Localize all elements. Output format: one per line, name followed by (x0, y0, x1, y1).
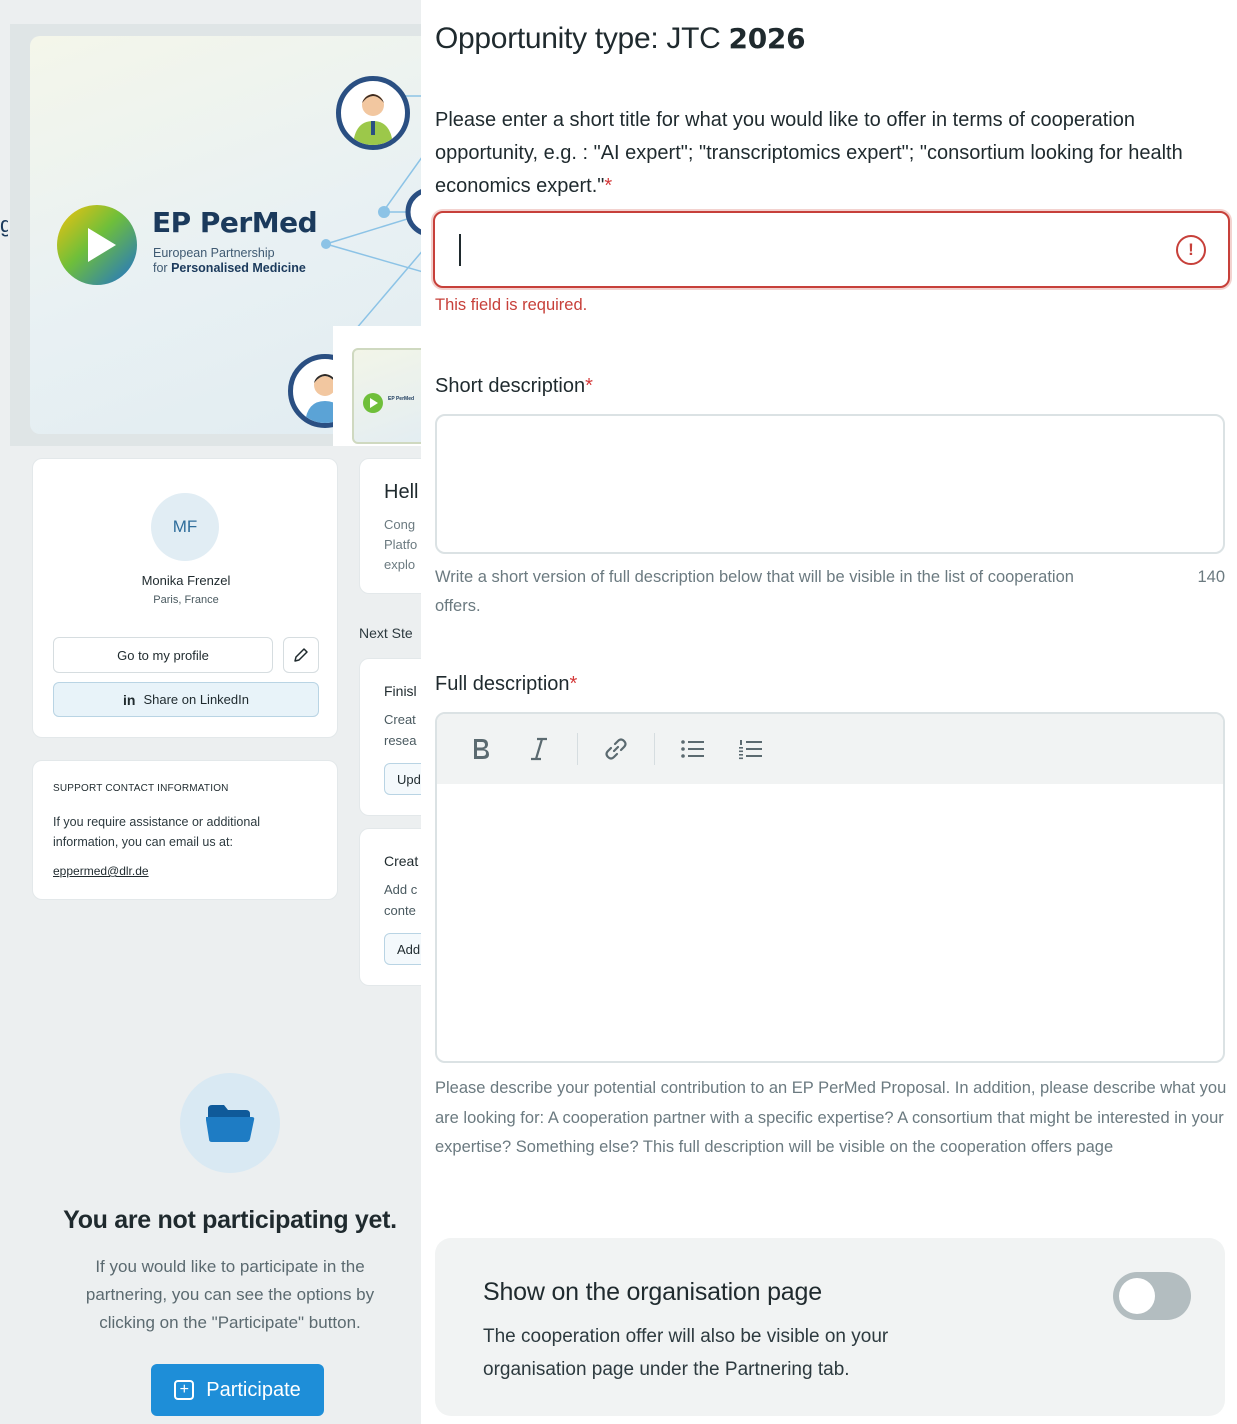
full-description-editor[interactable] (435, 712, 1225, 1063)
brand-subtitle: European Partnership (153, 246, 275, 260)
next-step-text: Add c conte (384, 882, 418, 918)
error-icon: ! (1176, 235, 1206, 265)
not-participating-text: If you would like to participate in the … (85, 1257, 375, 1332)
participate-button[interactable]: + Participate (151, 1364, 324, 1416)
full-description-label: Full description* (435, 673, 578, 695)
profile-name: Monika Frenzel (141, 573, 231, 588)
ep-permed-logo-icon (57, 205, 137, 285)
welcome-heading: Hell (384, 481, 419, 503)
plus-square-icon: + (174, 1380, 195, 1400)
toggle-knob (1119, 1278, 1155, 1314)
show-on-organisation-card: Show on the organisation page The cooper… (435, 1238, 1225, 1416)
support-heading: SUPPORT CONTACT INFORMATION (53, 783, 229, 794)
not-participating-title: You are not participating yet. (63, 1206, 397, 1234)
cooperation-offer-form: Opportunity type: JTC 2026 Please enter … (421, 0, 1237, 1424)
toolbar-separator (577, 733, 578, 765)
share-linkedin-button[interactable]: in Share on LinkedIn (53, 682, 319, 717)
folder-open-icon (206, 1105, 255, 1142)
profile-location: Paris, France (153, 594, 219, 606)
title-error-message: This field is required. (435, 296, 588, 314)
avatar: MF (151, 493, 219, 561)
editor-toolbar (437, 714, 1223, 784)
profile-card: MF Monika Frenzel Paris, France Go to my… (32, 458, 338, 738)
short-description-input[interactable] (435, 414, 1225, 554)
short-description-help: Write a short version of full descriptio… (435, 568, 1074, 615)
opportunity-type-heading: Opportunity type: JTC 2026 (435, 22, 806, 55)
go-to-profile-button[interactable]: Go to my profile (53, 637, 273, 673)
show-on-organisation-toggle[interactable] (1113, 1272, 1191, 1320)
full-description-help: Please describe your potential contribut… (435, 1079, 1227, 1156)
bullet-list-icon[interactable] (673, 729, 713, 769)
background-dashboard: g EP PerMed European Partnership for Per… (0, 0, 421, 1424)
brand-subtitle-2: for Personalised Medicine (153, 261, 306, 275)
show-on-organisation-text: The cooperation offer will also be visib… (483, 1326, 889, 1380)
bold-icon[interactable] (461, 729, 501, 769)
thumbnail-label: EP PerMed (388, 396, 415, 402)
update-button[interactable]: Upd (384, 763, 421, 795)
folder-icon-badge (180, 1073, 280, 1173)
short-description-label: Short description* (435, 375, 593, 397)
text-caret (459, 234, 461, 266)
next-step-title: Creat (384, 853, 419, 869)
person-avatar-icon (336, 76, 410, 150)
share-linkedin-label: Share on LinkedIn (143, 692, 249, 707)
link-icon[interactable] (596, 729, 636, 769)
toolbar-separator (654, 733, 655, 765)
next-step-card: Finisl Creat resea Upd (359, 658, 421, 816)
add-button[interactable]: Add (384, 933, 421, 965)
support-card: SUPPORT CONTACT INFORMATION If you requi… (32, 760, 338, 900)
welcome-card: Hell Cong Platfo explo (359, 458, 421, 594)
brand-title: EP PerMed (152, 206, 318, 239)
support-text: If you require assistance or additional … (53, 815, 261, 849)
numbered-list-icon[interactable] (731, 729, 771, 769)
support-email-link[interactable]: eppermed@dlr.de (53, 864, 149, 878)
next-steps-heading: Next Ste (359, 625, 413, 641)
title-input[interactable]: ! (433, 211, 1230, 288)
participate-label: Participate (206, 1378, 301, 1401)
italic-icon[interactable] (519, 729, 559, 769)
show-on-organisation-title: Show on the organisation page (483, 1278, 822, 1306)
short-description-char-count: 140 (1197, 568, 1225, 586)
linkedin-icon: in (123, 691, 136, 708)
pencil-icon (294, 648, 308, 662)
ep-permed-logo-icon (363, 393, 383, 413)
banner-thumbnail: EP PerMed (333, 326, 421, 446)
next-step-title: Finisl (384, 683, 417, 699)
next-step-text: Creat resea (384, 712, 417, 748)
edit-profile-button[interactable] (283, 637, 319, 673)
welcome-text: Cong Platfo explo (384, 517, 418, 572)
title-field-label: Please enter a short title for what you … (435, 109, 1183, 197)
next-step-card: Creat Add c conte Add (359, 828, 421, 986)
cropped-glyph: g (0, 212, 8, 237)
